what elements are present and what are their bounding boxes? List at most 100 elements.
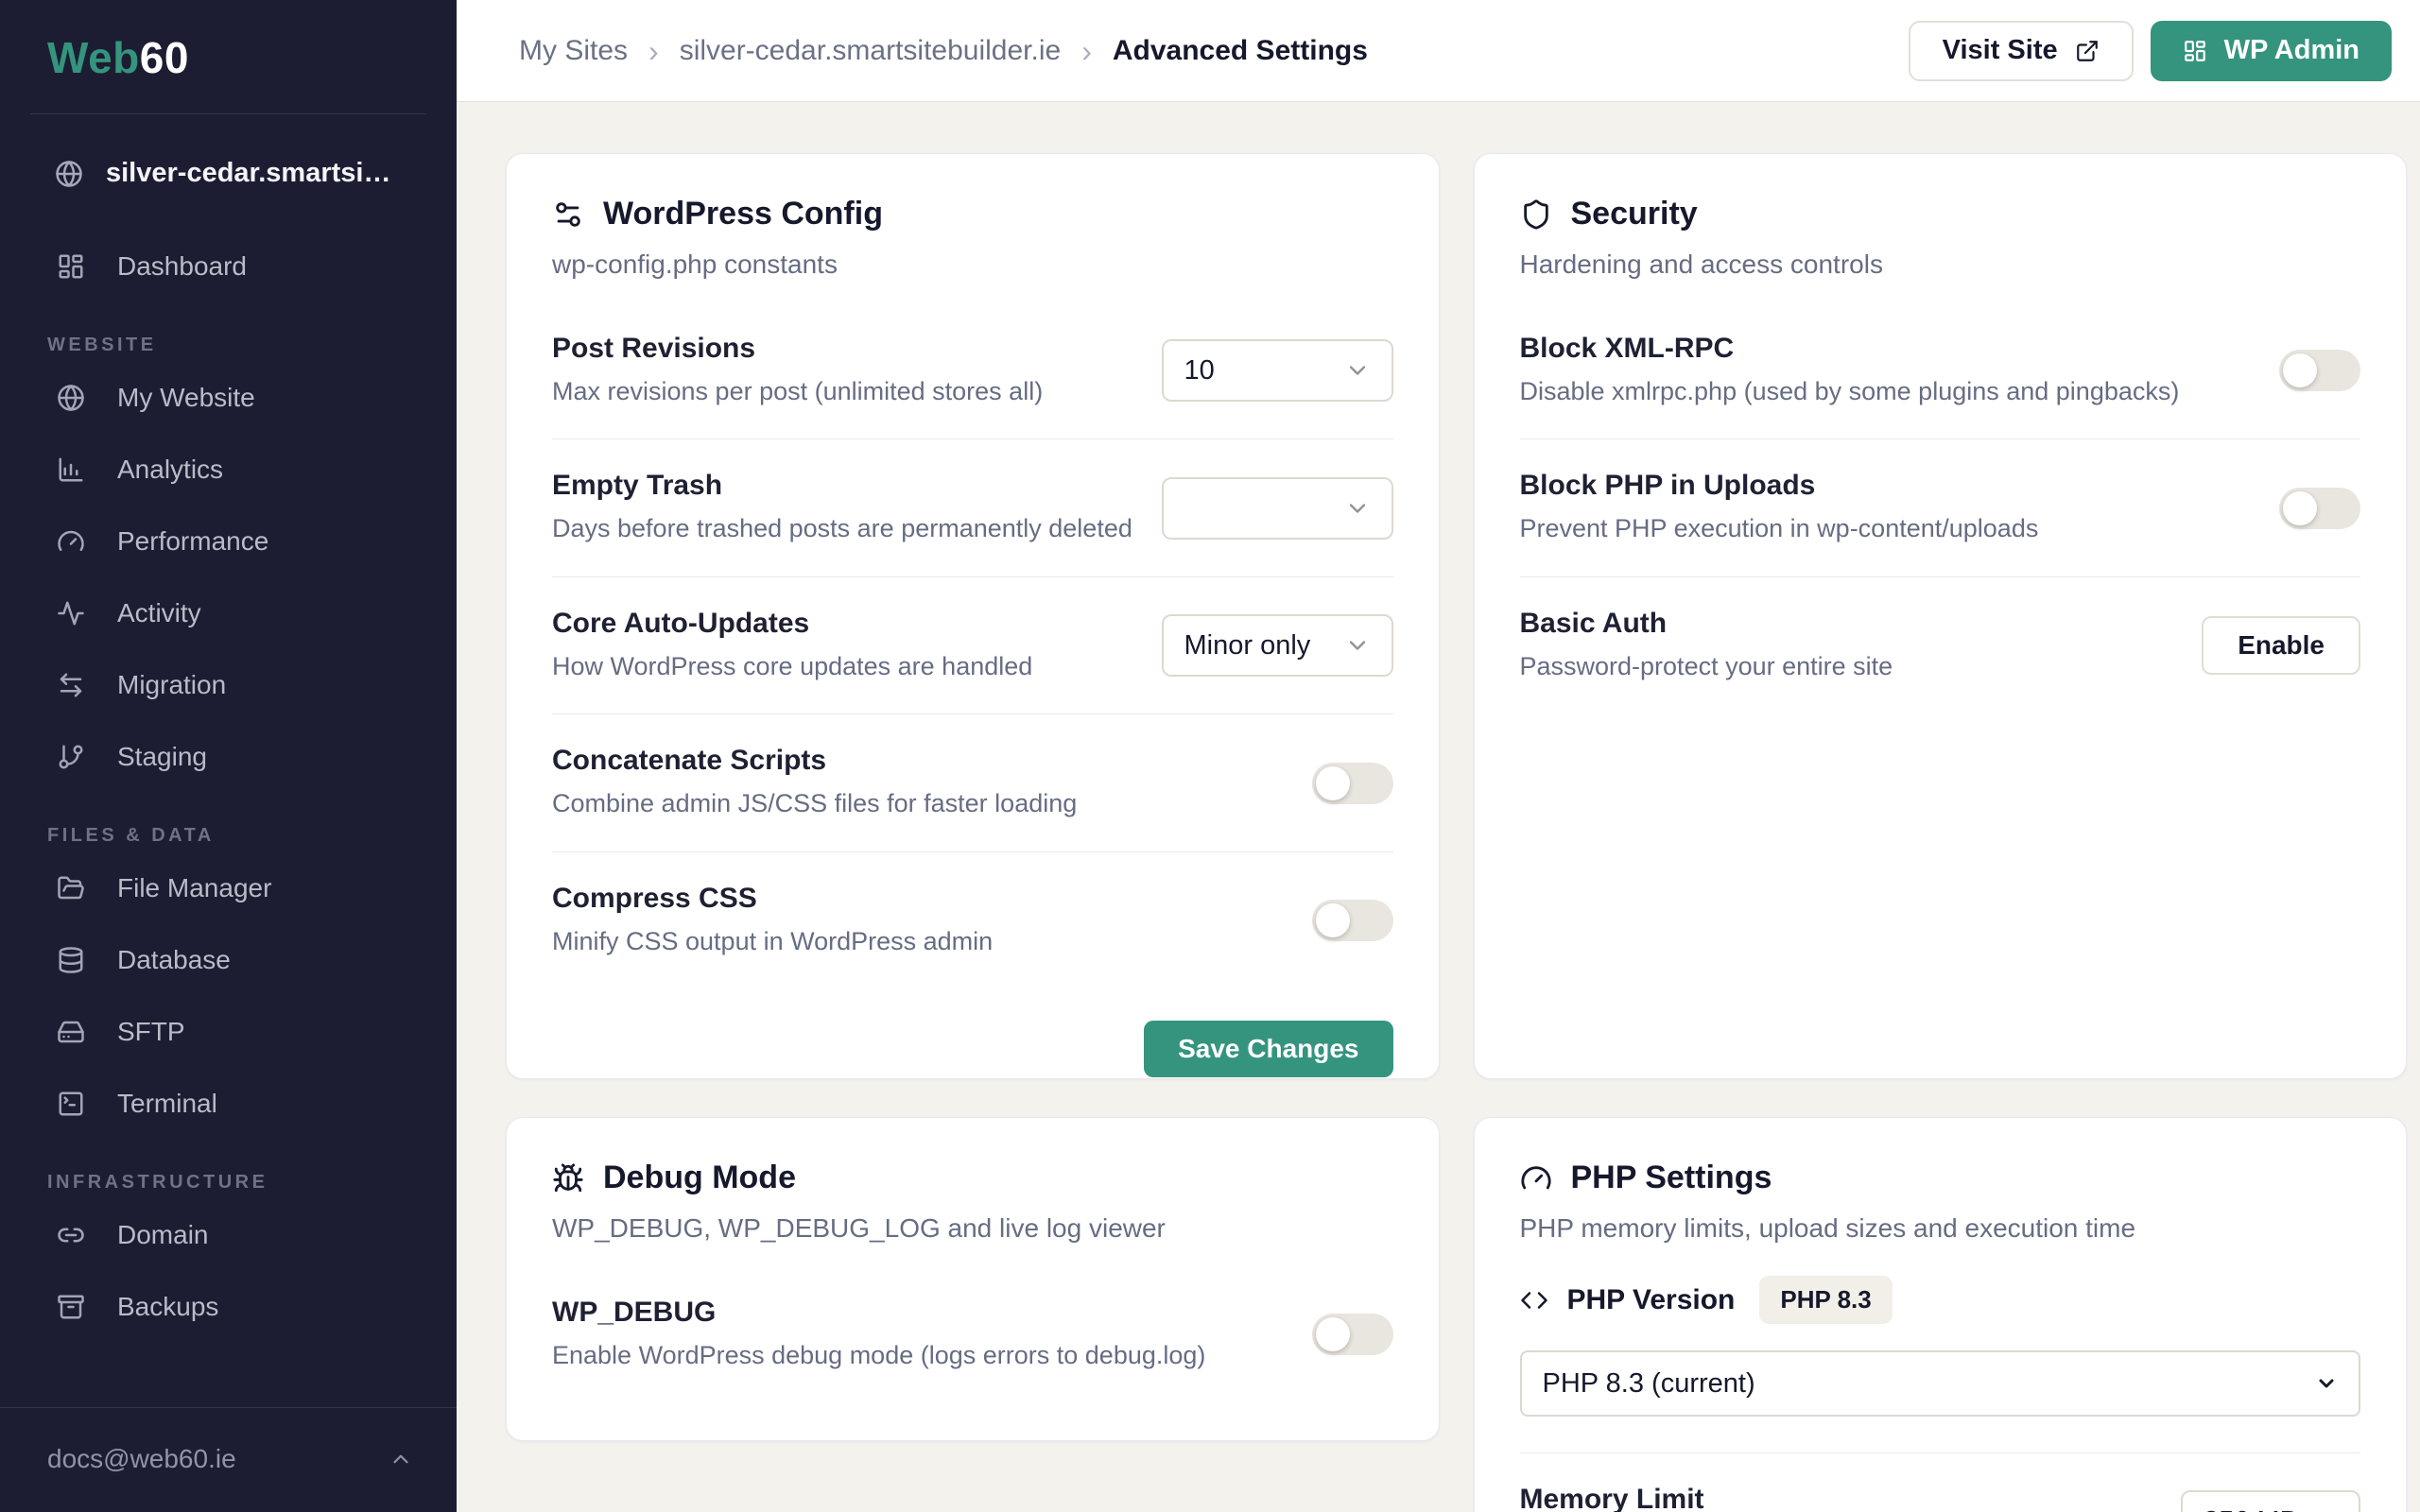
debug-mode-card: Debug Mode WP_DEBUG, WP_DEBUG_LOG and li… xyxy=(506,1117,1440,1441)
wp-admin-label: WP Admin xyxy=(2224,35,2360,66)
terminal-icon xyxy=(57,1090,85,1118)
setting-row-block-php-uploads: Block PHP in Uploads Prevent PHP executi… xyxy=(1520,438,2361,576)
archive-icon xyxy=(57,1293,85,1321)
setting-description: Password-protect your entire site xyxy=(1520,649,2174,683)
save-changes-button[interactable]: Save Changes xyxy=(1144,1021,1392,1077)
sidebar-footer: docs@web60.ie xyxy=(0,1407,457,1512)
setting-description: Minify CSS output in WordPress admin xyxy=(552,924,1284,958)
shield-icon xyxy=(1520,198,1552,231)
sidebar-item-label: Analytics xyxy=(117,455,223,485)
gauge-icon xyxy=(1520,1162,1552,1194)
empty-trash-select[interactable] xyxy=(1162,477,1393,540)
brand-logo[interactable]: Web60 xyxy=(0,0,457,83)
breadcrumb-separator: › xyxy=(648,36,659,66)
settings-content: WordPress Config wp-config.php constants… xyxy=(457,102,2420,1512)
card-subtitle: wp-config.php constants xyxy=(552,249,1393,280)
sidebar-item-dashboard[interactable]: Dashboard xyxy=(0,231,457,302)
setting-title: Block XML-RPC xyxy=(1520,333,2252,365)
setting-row-memory-limit: Memory Limit Maximum PHP memory per requ… xyxy=(1520,1453,2361,1512)
sidebar-item-label: Domain xyxy=(117,1220,208,1250)
sidebar-item-label: Backups xyxy=(117,1292,218,1322)
sidebar-site-name: silver-cedar.smartsi… xyxy=(106,158,390,189)
setting-row-post-revisions: Post Revisions Max revisions per post (u… xyxy=(552,302,1393,438)
setting-title: Basic Auth xyxy=(1520,608,2174,640)
chevron-down-icon xyxy=(1344,495,1371,522)
hard-drive-icon xyxy=(57,1018,85,1046)
topbar: My Sites › silver-cedar.smartsitebuilder… xyxy=(457,0,2420,102)
card-title: Security xyxy=(1571,196,1698,232)
post-revisions-select[interactable]: 10 xyxy=(1162,339,1393,402)
setting-description: Disable xmlrpc.php (used by some plugins… xyxy=(1520,374,2252,408)
gauge-icon xyxy=(57,527,85,556)
php-settings-card: PHP Settings PHP memory limits, upload s… xyxy=(1474,1117,2408,1512)
sidebar-item-activity[interactable]: Activity xyxy=(0,577,457,649)
basic-auth-enable-button[interactable]: Enable xyxy=(2202,616,2360,675)
database-icon xyxy=(57,946,85,974)
sidebar-item-performance[interactable]: Performance xyxy=(0,506,457,577)
setting-row-concatenate-scripts: Concatenate Scripts Combine admin JS/CSS… xyxy=(552,713,1393,850)
setting-description: Prevent PHP execution in wp-content/uplo… xyxy=(1520,511,2252,545)
sidebar-item-label: File Manager xyxy=(117,873,271,903)
setting-description: Days before trashed posts are permanentl… xyxy=(552,511,1133,545)
sidebar-section-infrastructure: INFRASTRUCTURE xyxy=(0,1172,457,1194)
sidebar-item-analytics[interactable]: Analytics xyxy=(0,434,457,506)
card-subtitle: WP_DEBUG, WP_DEBUG_LOG and live log view… xyxy=(552,1213,1393,1244)
memory-limit-select[interactable]: 256 MB xyxy=(2181,1490,2360,1512)
sidebar-item-backups[interactable]: Backups xyxy=(0,1271,457,1343)
folder-open-icon xyxy=(57,874,85,902)
sidebar-item-domain[interactable]: Domain xyxy=(0,1199,457,1271)
sidebar-item-label: Database xyxy=(117,945,231,975)
brand-secondary: 60 xyxy=(140,33,189,82)
bar-chart-icon xyxy=(57,455,85,484)
card-title: PHP Settings xyxy=(1571,1160,1772,1196)
sidebar-item-label: My Website xyxy=(117,383,255,413)
selected-value: 10 xyxy=(1184,355,1215,387)
security-card: Security Hardening and access controls B… xyxy=(1474,153,2408,1079)
breadcrumb-current-page: Advanced Settings xyxy=(1113,35,1368,67)
concatenate-scripts-toggle[interactable] xyxy=(1312,763,1393,804)
external-link-icon xyxy=(2075,39,2100,63)
sidebar-account-row[interactable]: docs@web60.ie xyxy=(0,1408,457,1512)
toggle-knob xyxy=(1316,903,1350,937)
wp-grid-icon xyxy=(2183,39,2207,63)
chevron-down-icon xyxy=(1344,632,1371,659)
compress-css-toggle[interactable] xyxy=(1312,900,1393,941)
sidebar-item-label: Activity xyxy=(117,598,201,628)
setting-description: Combine admin JS/CSS files for faster lo… xyxy=(552,786,1284,820)
dashboard-grid-icon xyxy=(57,252,85,281)
arrows-left-right-icon xyxy=(57,671,85,699)
sidebar-item-sftp[interactable]: SFTP xyxy=(0,996,457,1068)
sidebar-item-database[interactable]: Database xyxy=(0,924,457,996)
visit-site-button[interactable]: Visit Site xyxy=(1909,21,2134,81)
sidebar-item-staging[interactable]: Staging xyxy=(0,721,457,793)
globe-icon xyxy=(55,160,83,188)
sidebar-item-terminal[interactable]: Terminal xyxy=(0,1068,457,1140)
selected-value: PHP 8.3 (current) xyxy=(1543,1368,1755,1400)
wp-debug-toggle[interactable] xyxy=(1312,1314,1393,1355)
sidebar-item-migration[interactable]: Migration xyxy=(0,649,457,721)
toggle-knob xyxy=(2283,491,2317,525)
setting-row-block-xml-rpc: Block XML-RPC Disable xmlrpc.php (used b… xyxy=(1520,302,2361,438)
setting-description: Max revisions per post (unlimited stores… xyxy=(552,374,1133,408)
sidebar-site-selector[interactable]: silver-cedar.smartsi… xyxy=(0,114,457,189)
core-auto-updates-select[interactable]: Minor only xyxy=(1162,614,1393,677)
sidebar-item-file-manager[interactable]: File Manager xyxy=(0,852,457,924)
selected-value: Minor only xyxy=(1184,630,1311,662)
block-xml-rpc-toggle[interactable] xyxy=(2279,350,2360,391)
card-subtitle: Hardening and access controls xyxy=(1520,249,2361,280)
breadcrumb-site[interactable]: silver-cedar.smartsitebuilder.ie xyxy=(680,35,1062,67)
brand-primary: Web xyxy=(47,33,140,82)
breadcrumb-separator: › xyxy=(1081,36,1092,66)
php-version-select[interactable]: PHP 8.3 (current) xyxy=(1520,1350,2361,1417)
block-php-uploads-toggle[interactable] xyxy=(2279,488,2360,529)
card-title: WordPress Config xyxy=(603,196,883,232)
breadcrumb-my-sites[interactable]: My Sites xyxy=(519,35,628,67)
chevron-down-icon xyxy=(2315,1372,2338,1395)
setting-title: Block PHP in Uploads xyxy=(1520,470,2252,502)
globe-icon xyxy=(57,384,85,412)
chevron-down-icon xyxy=(1344,357,1371,384)
sidebar-item-my-website[interactable]: My Website xyxy=(0,362,457,434)
wp-admin-button[interactable]: WP Admin xyxy=(2151,21,2392,81)
toggle-knob xyxy=(2283,353,2317,387)
toggle-knob xyxy=(1316,1317,1350,1351)
